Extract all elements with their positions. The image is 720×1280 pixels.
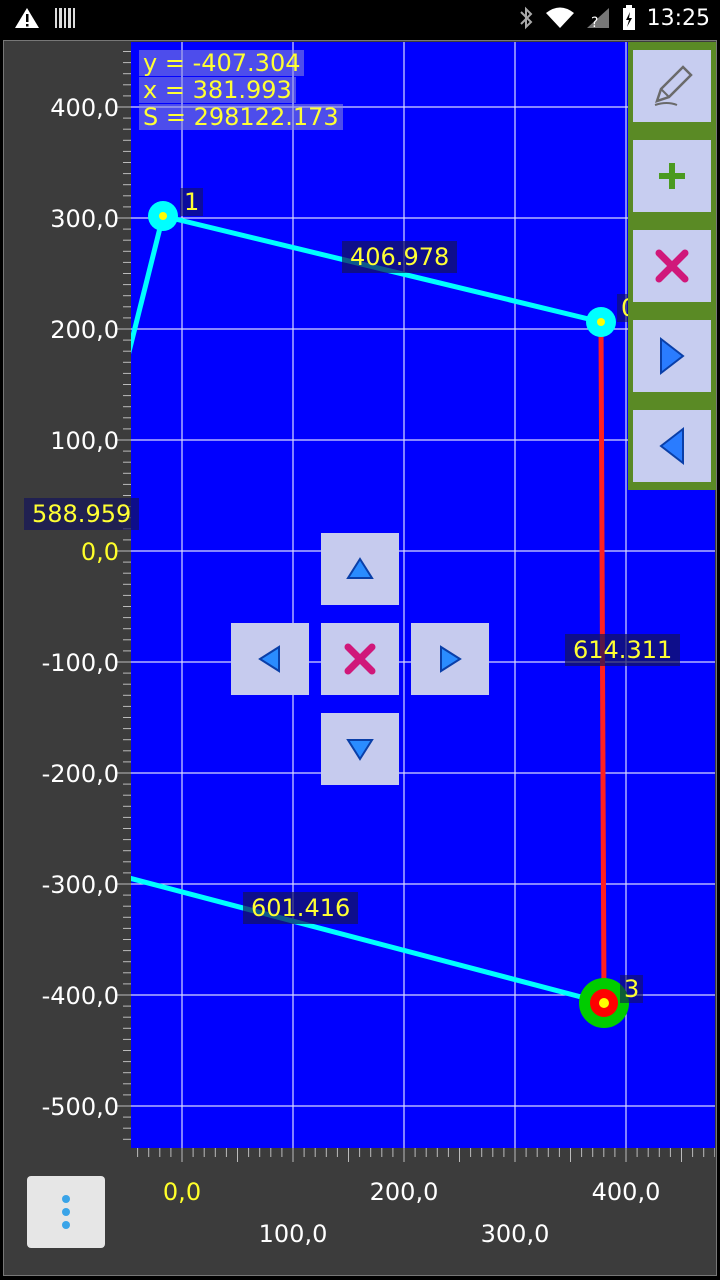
point-label-3: 3 [620,975,644,1003]
delete-point-button[interactable] [633,230,711,302]
segment-length-label: 614.311 [565,634,681,666]
previous-point-button[interactable] [633,410,711,482]
vertex-3-center [599,998,609,1008]
y-tick-label: 200,0 [50,316,119,344]
menu-dot-icon [62,1195,70,1203]
triangle-up-icon [346,557,374,579]
x-tick-label: 300,0 [480,1220,550,1248]
triangle-right-icon [440,645,462,673]
segment-length-label: 588.959 [24,498,140,530]
edit-button[interactable] [633,50,711,122]
y-tick-label: -200,0 [41,760,119,788]
readout-x: x = 381.993 [139,77,296,103]
x-tick-label-origin: 0,0 [162,1178,202,1206]
y-tick-label: -400,0 [41,982,119,1010]
pan-down-button[interactable] [321,713,399,785]
y-tick-label-origin: 0,0 [80,538,119,566]
wifi-icon [545,7,574,28]
triangle-left-icon [258,645,280,673]
pan-up-button[interactable] [321,533,399,605]
add-point-button[interactable] [633,140,711,212]
x-axis: 0,0 100,0 200,0 300,0 400,0 [131,1148,715,1274]
x-tick-label: 100,0 [258,1220,328,1248]
triangle-down-icon [346,739,374,761]
y-tick-label: -500,0 [41,1093,119,1121]
overflow-menu-button[interactable] [27,1176,105,1248]
x-tick-label: 400,0 [591,1178,661,1206]
arrow-right-icon [660,336,685,376]
status-bar: ? 13:25 [0,0,720,38]
segment-length-label: 406.978 [342,241,458,273]
segment-1-2 [131,215,166,355]
y-tick-label: -100,0 [41,649,119,677]
close-icon [655,249,689,283]
vertex-0-center [597,318,605,326]
plus-icon [659,163,685,189]
readout-y: y = -407.304 [139,50,305,76]
x-tick-label: 200,0 [369,1178,439,1206]
pad-center-close-button[interactable] [321,623,399,695]
barcode-icon [55,8,75,28]
y-tick-label: 100,0 [50,427,119,455]
edit-toolbar [628,42,716,490]
menu-dot-icon [62,1221,70,1229]
next-point-button[interactable] [633,320,711,392]
y-axis: 400,0 300,0 200,0 100,0 0,0 -100,0 -200,… [5,42,131,1148]
bluetooth-icon [519,6,533,30]
point-label-1: 1 [180,188,204,216]
menu-corner [5,1148,131,1274]
menu-dot-icon [62,1208,70,1216]
segment-length-label: 601.416 [243,892,359,924]
signal-icon: ? [586,8,609,30]
pan-left-button[interactable] [231,623,309,695]
arrow-left-icon [659,426,684,466]
warning-icon [15,8,39,28]
vertex-1-center [159,212,167,220]
clock: 13:25 [646,5,710,31]
pencil-icon [654,65,693,106]
y-tick-label: -300,0 [41,871,119,899]
close-icon [344,643,376,675]
y-tick-label: 300,0 [50,205,119,233]
svg-text:?: ? [591,15,598,30]
segment-2-3 [131,875,605,1006]
y-tick-label: 400,0 [50,94,119,122]
x-axis-ticks [137,1148,715,1162]
pan-right-button[interactable] [411,623,489,695]
battery-icon [622,5,635,30]
readout-area: S = 298122.173 [139,104,343,130]
